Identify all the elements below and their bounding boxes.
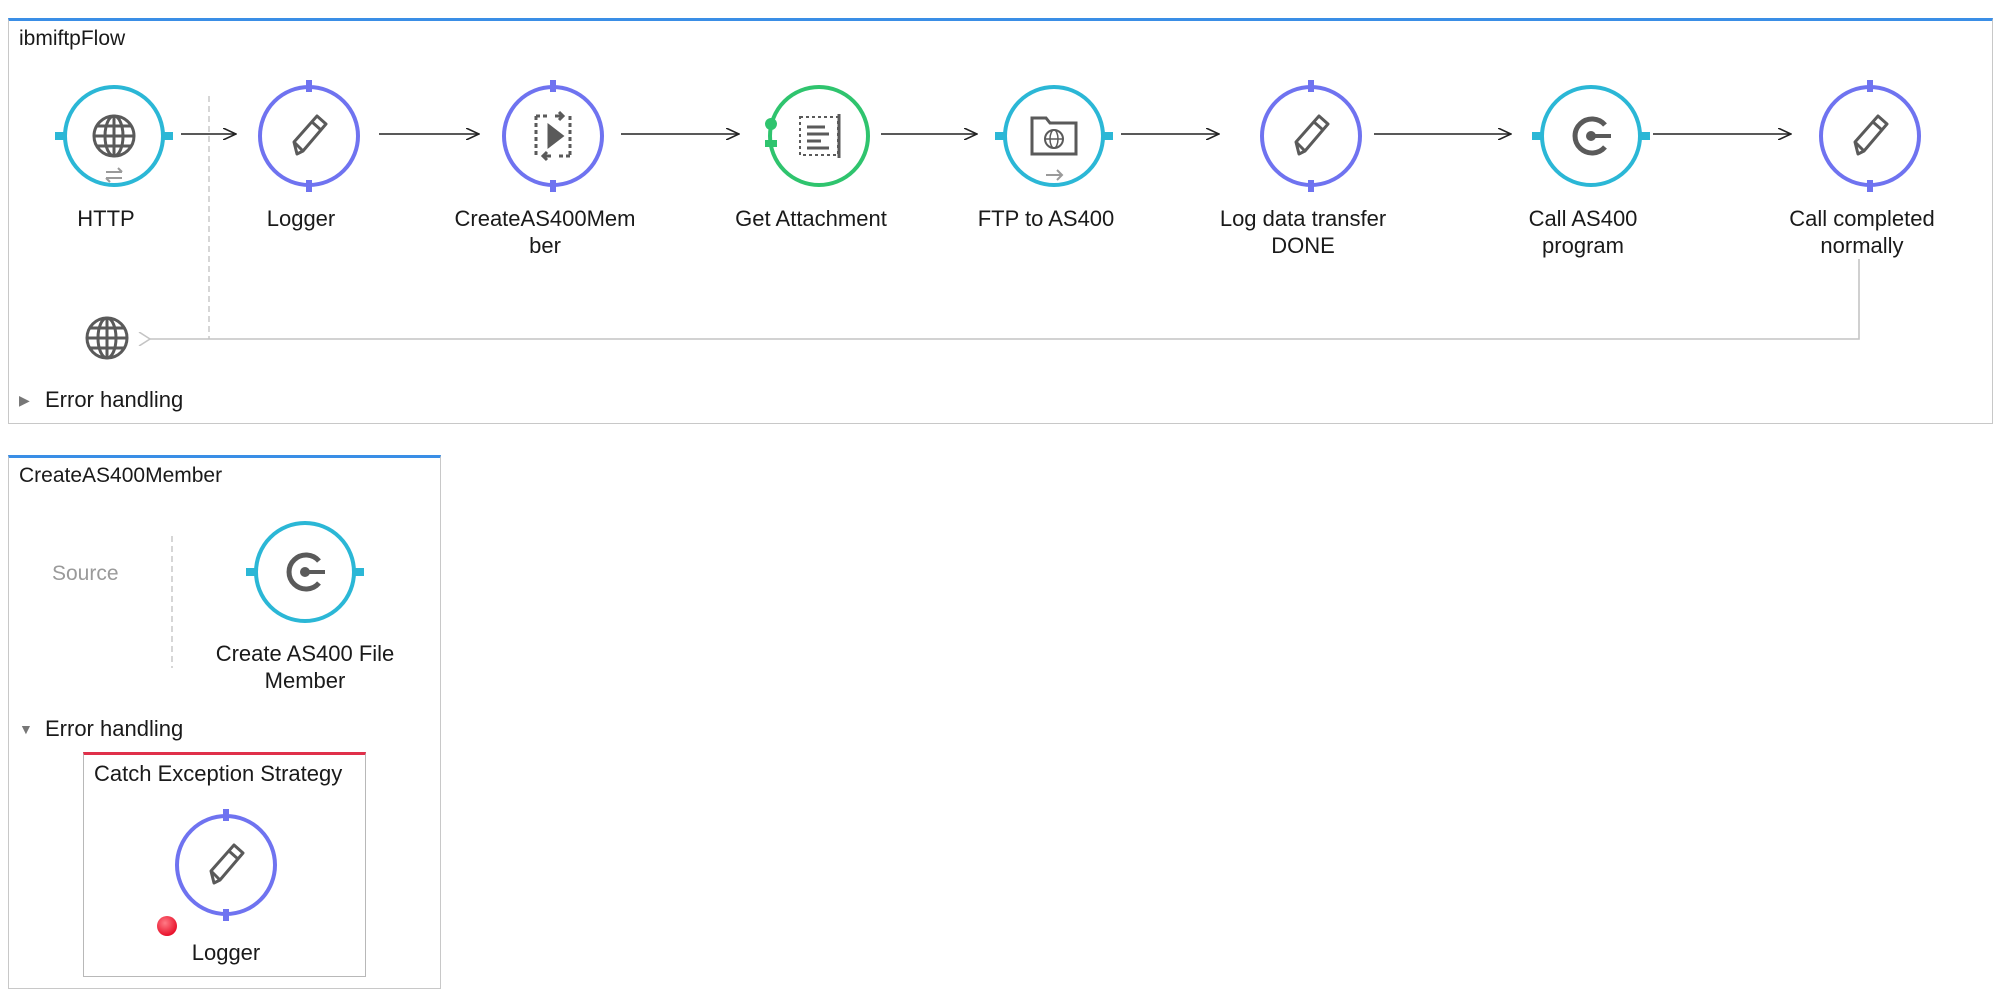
strategy-title: Catch Exception Strategy <box>94 761 343 786</box>
error-handling-label: Error handling <box>45 387 184 412</box>
node-label-logger: Logger <box>266 206 336 231</box>
node-label-create-file-member: Create AS400 File Member <box>215 641 395 693</box>
node-label-get-attachment: Get Attachment <box>735 206 887 231</box>
error-handling-toggle[interactable]: ▼ Error handling <box>19 716 183 742</box>
breakpoint-icon[interactable] <box>156 915 178 937</box>
error-handling-label: Error handling <box>45 716 184 741</box>
logger-node[interactable] <box>249 80 369 192</box>
catch-exception-strategy[interactable]: Catch Exception Strategy Logger <box>83 752 366 977</box>
globe-icon <box>92 114 136 158</box>
get-attachment-node[interactable] <box>759 81 879 191</box>
create-as400-member-node[interactable] <box>245 517 365 627</box>
node-label-create-member: CreateAS400Mem ber <box>454 206 636 258</box>
node-label-ftp: FTP to AS400 <box>977 206 1115 231</box>
main-flow-container[interactable]: ibmiftpFlow HTTP Logger CreateAS400Mem b… <box>8 18 1993 424</box>
http-listener-node[interactable] <box>54 81 174 191</box>
node-label-log-done: Log data transfer DONE <box>1219 206 1387 258</box>
ftp-node[interactable] <box>994 81 1114 191</box>
node-label-call-program: Call AS400 program <box>1528 206 1638 258</box>
globe-icon[interactable] <box>84 315 130 361</box>
node-label-call-completed: Call completed normally <box>1789 206 1935 258</box>
log-transfer-done-node[interactable] <box>1251 80 1371 192</box>
response-path <box>149 259 1860 339</box>
node-label-exception-logger: Logger <box>191 940 261 965</box>
sub-flow-container[interactable]: CreateAS400Member Source Create AS400 Fi… <box>8 455 441 989</box>
exception-logger-node[interactable] <box>166 809 286 921</box>
call-as400-program-node[interactable] <box>1531 81 1651 191</box>
error-handling-toggle[interactable]: ▶ Error handling <box>19 387 183 413</box>
expand-triangle-icon: ▶ <box>19 391 30 408</box>
call-completed-logger-node[interactable] <box>1810 80 1930 192</box>
flow-reference-node[interactable] <box>493 80 613 192</box>
collapse-triangle-icon: ▼ <box>19 721 33 737</box>
